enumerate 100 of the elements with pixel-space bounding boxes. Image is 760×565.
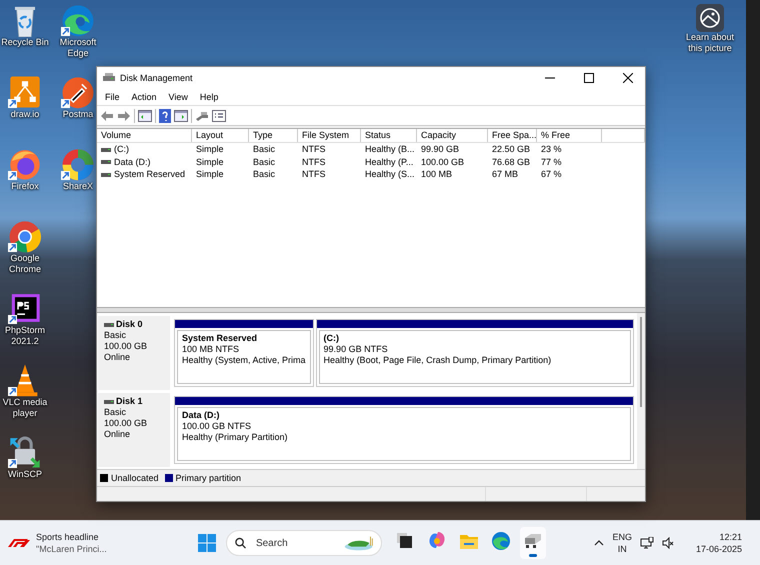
flowchart-icon[interactable] — [8, 75, 42, 109]
desktop-icon-label[interactable]: Google Chrome — [0, 253, 50, 275]
partition-status: Healthy (Primary Partition) — [182, 432, 289, 443]
table-cell-text: Simple — [195, 156, 225, 167]
column-header[interactable]: File System — [298, 129, 361, 142]
partition-block[interactable]: Data (D:) 100.00 GB NTFS Healthy (Primary Partition) — [174, 396, 634, 464]
wave-logo-icon[interactable] — [61, 3, 95, 37]
taskbar-app-button[interactable] — [520, 527, 546, 559]
table-cell-text: Healthy (P... — [364, 156, 414, 167]
racing-logo-icon[interactable] — [8, 538, 30, 548]
padlock-icon[interactable] — [8, 435, 42, 469]
news-snippet[interactable]: "McLaren Princi... — [36, 543, 107, 555]
desktop-icon-label[interactable]: WinSCP — [8, 469, 42, 480]
disk-label-panel[interactable]: Disk 0 Basic 100.00 GB Online — [98, 316, 170, 390]
disk-info: 100.00 GB — [104, 341, 148, 352]
disk-name: Disk 1 — [116, 396, 143, 407]
desktop-icon-label[interactable]: VLC media player — [0, 397, 50, 419]
desktop-icon-label[interactable]: Microsoft Edge — [53, 37, 103, 59]
drive-icon — [101, 159, 111, 164]
column-header[interactable]: Free Spa... — [488, 129, 537, 142]
muted-speaker-icon[interactable] — [662, 537, 674, 549]
column-header[interactable]: Type — [249, 129, 298, 142]
disk-info: 100.00 GB — [104, 418, 148, 429]
desktop-icon-label[interactable]: PhpStorm 2021.2 — [0, 325, 50, 347]
desktop-icon-label[interactable]: draw.io — [10, 109, 40, 120]
disk-info: Basic — [104, 407, 128, 418]
disk-info: Basic — [104, 330, 128, 341]
properties-list-icon[interactable] — [212, 110, 226, 122]
maximize-icon — [584, 72, 594, 82]
table-cell-text: Basic — [252, 144, 276, 154]
partition-size: 100 MB NTFS — [182, 344, 240, 355]
table-cell-text: Basic — [252, 169, 276, 180]
table-cell-text: 22.50 GB — [491, 144, 532, 154]
table-cell-text: 77 % — [540, 156, 563, 167]
column-header[interactable]: % Free — [537, 129, 602, 142]
desktop-icon-label[interactable]: Postma — [62, 109, 94, 120]
partition-size: 99.90 GB NTFS — [324, 344, 389, 355]
drive-icon — [104, 322, 114, 327]
desktop-icon-label[interactable]: Learn about this picture — [685, 32, 735, 54]
close-icon — [623, 72, 633, 82]
forward-arrow-icon[interactable] — [117, 110, 131, 122]
console-tree-icon[interactable] — [138, 110, 152, 122]
table-cell-text: Simple — [195, 169, 225, 180]
search-icon — [235, 537, 246, 549]
disk-label-panel[interactable]: Disk 1 Basic 100.00 GB Online — [98, 393, 170, 467]
column-header[interactable]: Status — [361, 129, 417, 142]
table-cell-text: NTFS — [301, 156, 326, 167]
table-cell-text: Basic — [252, 156, 276, 167]
back-arrow-icon[interactable] — [100, 110, 114, 122]
desktop-icon-label[interactable]: Recycle Bin — [1, 37, 49, 48]
menu-item[interactable]: File — [99, 92, 126, 102]
drive-icon — [101, 172, 111, 177]
disk-info: Online — [104, 429, 132, 440]
table-cell-text: NTFS — [301, 169, 326, 180]
drive-icon — [101, 146, 111, 152]
color-wheel-icon[interactable] — [61, 147, 95, 181]
table-cell-text: NTFS — [301, 144, 326, 154]
clock[interactable]: 12:21 17-06-2025 — [696, 531, 742, 555]
partition-size: 100.00 GB NTFS — [182, 421, 252, 432]
table-cell-text: 67 % — [540, 169, 563, 180]
partition-block[interactable]: System Reserved 100 MB NTFS Healthy (System, Active, Prima — [174, 319, 314, 387]
table-cell: (C:) — [114, 144, 129, 154]
window-title: Disk Management — [120, 72, 194, 82]
partition-name: Data (D:) — [182, 410, 220, 421]
table-cell-text: 23 % — [540, 144, 563, 154]
disk-name: Disk 0 — [116, 319, 143, 330]
disk-info: Online — [104, 352, 132, 363]
column-header[interactable]: Capacity — [417, 129, 488, 142]
partition-name: System Reserved — [182, 333, 258, 344]
windows-logo-icon[interactable] — [198, 534, 216, 552]
menu-item[interactable]: Action — [126, 92, 163, 102]
table-cell-text: Healthy (S... — [364, 169, 416, 180]
column-header[interactable]: Layout — [192, 129, 249, 142]
wave-logo-icon — [490, 530, 512, 552]
chevron-up-icon[interactable] — [594, 540, 604, 546]
scrollbar[interactable] — [637, 313, 645, 469]
column-header[interactable]: Volume — [97, 129, 192, 142]
action-pane-icon[interactable] — [174, 110, 188, 122]
table-cell-text: 67 MB — [491, 169, 520, 180]
monitor-network-icon[interactable] — [640, 537, 654, 549]
legend-label: Unallocated — [111, 473, 159, 483]
partition-status: Healthy (System, Active, Prima — [182, 355, 306, 366]
legend-label: Primary partition — [176, 473, 242, 483]
partition-status: Healthy (Boot, Page File, Crash Dump, Primary Partition) — [324, 355, 552, 366]
language-indicator[interactable]: ENG IN — [612, 531, 632, 555]
table-cell-text: 100.00 GB — [420, 156, 466, 167]
search-box[interactable]: Search — [226, 530, 382, 556]
drive-icon — [104, 399, 114, 404]
table-cell-text: 100 MB — [420, 169, 454, 180]
table-cell: Data (D:) — [114, 156, 151, 167]
search-field[interactable]: Search — [254, 536, 336, 550]
round-logo-icon[interactable] — [8, 219, 42, 253]
table-cell-text: Healthy (B... — [364, 144, 416, 154]
menu-item[interactable]: Help — [194, 92, 224, 102]
table-cell: System Reserved — [114, 169, 186, 180]
menu-item[interactable]: View — [162, 92, 194, 102]
partition-name: (C:) — [324, 333, 340, 344]
partition-block[interactable]: (C:) 99.90 GB NTFS Healthy (Boot, Page File, Crash Dump, Primary Partition) — [316, 319, 634, 387]
help-icon[interactable] — [159, 108, 171, 122]
news-headline[interactable]: Sports headline — [36, 531, 107, 543]
